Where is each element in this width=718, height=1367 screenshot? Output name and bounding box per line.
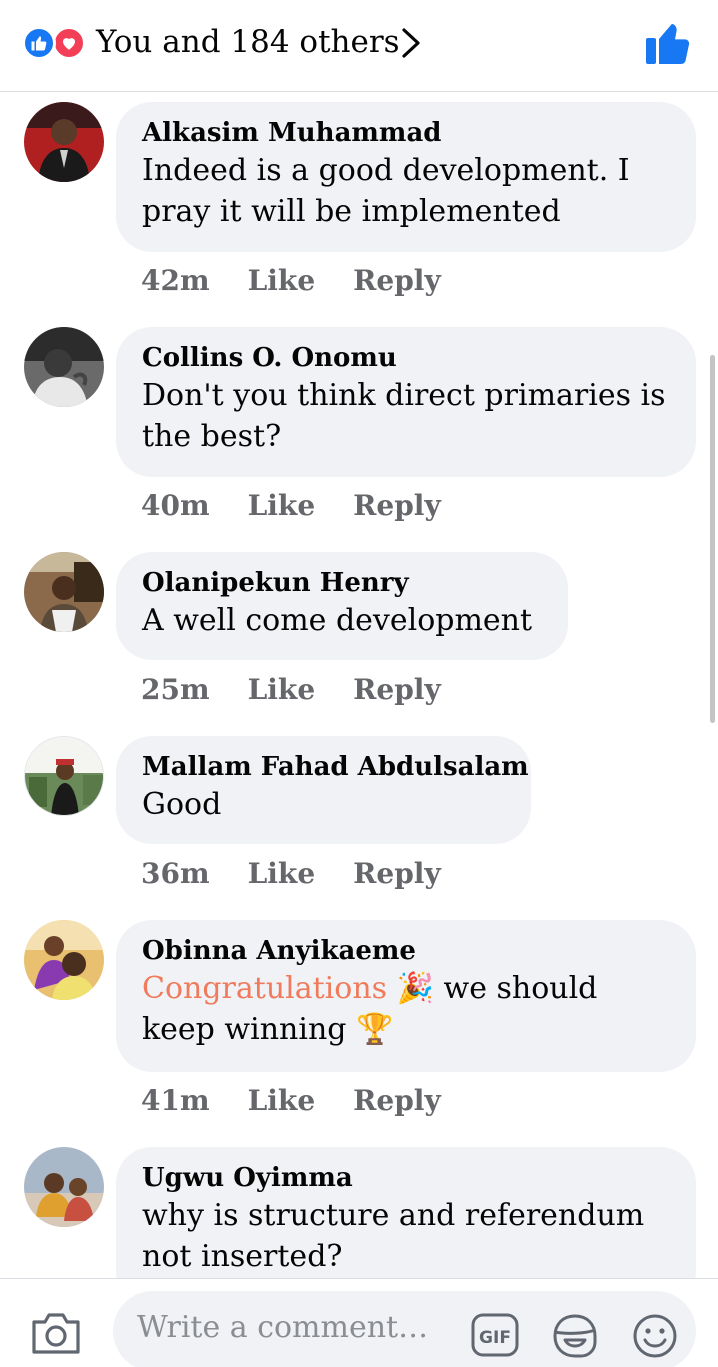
gif-label: GIF bbox=[479, 1328, 511, 1348]
love-reaction-icon bbox=[52, 26, 86, 60]
reply-link[interactable]: Reply bbox=[353, 1084, 441, 1117]
comment-bubble[interactable]: Collins O. Onomu Don't you think direct … bbox=[116, 327, 696, 477]
comment-actions: 36m Like Reply bbox=[141, 857, 479, 890]
comment-placeholder: Write a comment… bbox=[137, 1310, 429, 1345]
comment-actions: 25m Like Reply bbox=[141, 673, 479, 706]
like-link[interactable]: Like bbox=[248, 673, 316, 706]
comment-author[interactable]: Collins O. Onomu bbox=[142, 341, 670, 375]
reaction-icons bbox=[22, 26, 88, 60]
comment-composer: Write a comment… GIF bbox=[0, 1278, 718, 1367]
comment-text: Don't you think direct primaries is the … bbox=[142, 378, 666, 454]
like-button-icon[interactable] bbox=[644, 20, 692, 66]
avatar[interactable] bbox=[24, 920, 104, 1000]
comment-time: 25m bbox=[141, 673, 210, 706]
comment-actions: 41m Like Reply bbox=[141, 1084, 479, 1117]
comment-author[interactable]: Olanipekun Henry bbox=[142, 566, 542, 600]
highlighted-word: Congratulations bbox=[142, 971, 388, 1006]
gif-icon[interactable]: GIF bbox=[470, 1312, 520, 1358]
scrollbar[interactable] bbox=[710, 355, 715, 723]
emoji-icon[interactable] bbox=[631, 1312, 679, 1360]
avatar[interactable] bbox=[24, 102, 104, 182]
comment-text: why is structure and referendum not inse… bbox=[142, 1198, 645, 1274]
comment-time: 42m bbox=[141, 264, 210, 297]
avatar[interactable] bbox=[24, 327, 104, 407]
comment-author[interactable]: Obinna Anyikaeme bbox=[142, 934, 670, 968]
sticker-icon[interactable] bbox=[551, 1312, 599, 1360]
comment-input[interactable]: Write a comment… GIF bbox=[113, 1291, 696, 1367]
like-link[interactable]: Like bbox=[248, 857, 316, 890]
comment-bubble[interactable]: Ugwu Oyimma why is structure and referen… bbox=[116, 1147, 696, 1278]
comment-item: Ugwu Oyimma why is structure and referen… bbox=[0, 1147, 718, 1278]
comment-bubble[interactable]: Mallam Fahad Abdulsalam Good bbox=[116, 736, 531, 844]
comment-time: 40m bbox=[141, 489, 210, 522]
comment-author[interactable]: Ugwu Oyimma bbox=[142, 1161, 670, 1195]
comment-author[interactable]: Mallam Fahad Abdulsalam bbox=[142, 750, 529, 784]
comment-author[interactable]: Alkasim Muhammad bbox=[142, 116, 670, 150]
comment-actions: 42m Like Reply bbox=[141, 264, 479, 297]
like-reaction-icon bbox=[22, 26, 56, 60]
comment-text: Good bbox=[142, 787, 222, 822]
comment-time: 41m bbox=[141, 1084, 210, 1117]
reply-link[interactable]: Reply bbox=[353, 489, 441, 522]
avatar[interactable] bbox=[24, 552, 104, 632]
comment-actions: 40m Like Reply bbox=[141, 489, 479, 522]
like-link[interactable]: Like bbox=[248, 1084, 316, 1117]
comment-bubble[interactable]: Alkasim Muhammad Indeed is a good develo… bbox=[116, 102, 696, 252]
avatar[interactable] bbox=[24, 1147, 104, 1227]
comment-text: Indeed is a good development. I pray it … bbox=[142, 153, 630, 229]
comment-bubble[interactable]: Olanipekun Henry A well come development bbox=[116, 552, 568, 660]
reply-link[interactable]: Reply bbox=[353, 857, 441, 890]
comment-text: Congratulations 🎉 we should keep winning… bbox=[142, 968, 670, 1050]
camera-icon[interactable] bbox=[30, 1310, 82, 1356]
reply-link[interactable]: Reply bbox=[353, 673, 441, 706]
comment-text: A well come development bbox=[142, 603, 533, 638]
like-link[interactable]: Like bbox=[248, 264, 316, 297]
party-emoji: 🎉 bbox=[396, 971, 434, 1006]
chevron-right-icon[interactable] bbox=[396, 26, 426, 60]
reactions-header[interactable]: You and 184 others bbox=[0, 0, 718, 92]
comment-time: 36m bbox=[141, 857, 210, 890]
reply-link[interactable]: Reply bbox=[353, 264, 441, 297]
avatar[interactable] bbox=[24, 736, 104, 816]
trophy-emoji: 🏆 bbox=[356, 1012, 394, 1047]
comment-bubble[interactable]: Obinna Anyikaeme Congratulations 🎉 we sh… bbox=[116, 920, 696, 1072]
like-link[interactable]: Like bbox=[248, 489, 316, 522]
reactions-summary[interactable]: You and 184 others bbox=[96, 22, 400, 62]
